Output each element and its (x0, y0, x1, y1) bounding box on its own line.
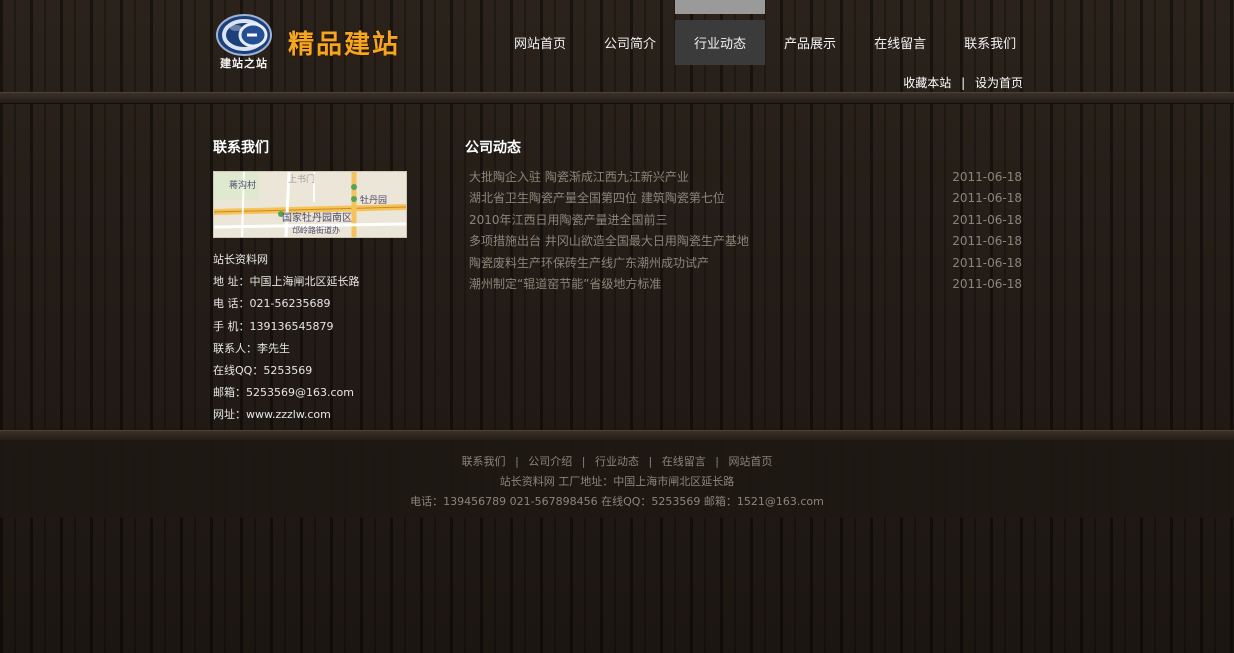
footer: 联系我们 | 公司介绍 | 行业动态 | 在线留言 | 网站首页 站长资料网 工… (0, 440, 1234, 518)
news-item-date: 2011-06-18 (952, 255, 1022, 270)
top-links-separator: | (961, 76, 966, 90)
news-item[interactable]: 陶瓷废料生产环保砖生产线广东潮州成功试产 2011-06-18 (465, 253, 1025, 274)
footer-separator: | (581, 455, 586, 468)
news-item[interactable]: 湖北省卫生陶瓷产量全国第四位 建筑陶瓷第七位 2011-06-18 (465, 188, 1025, 209)
footer-link-guestbook[interactable]: 在线留言 (662, 455, 706, 468)
nav-item-news[interactable]: 行业动态 (675, 0, 766, 65)
footer-link-news[interactable]: 行业动态 (595, 455, 639, 468)
footer-separator: | (715, 455, 719, 468)
logo-title: 精品建站 (288, 29, 401, 60)
contact-mobile: 手 机：139136545879 (213, 319, 334, 333)
footer-link-contact[interactable]: 联系我们 (462, 455, 506, 468)
nav-item-contact[interactable]: 联系我们 (945, 20, 1035, 65)
bookmark-link[interactable]: 收藏本站 (903, 76, 951, 90)
news-item[interactable]: 大批陶企入驻 陶瓷渐成江西九江新兴产业 2011-06-18 (465, 167, 1025, 188)
map-label-street: 邙岭路街道办 (292, 226, 340, 235)
contact-email: 邮箱：5253569@163.com (213, 386, 354, 400)
map-label-village: 蒋沟村 (229, 181, 257, 191)
footer-separator: | (648, 455, 653, 468)
news-item[interactable]: 潮州制定“辊道窑节能”省级地方标准 2011-06-18 (465, 274, 1025, 295)
nav-item-about[interactable]: 公司简介 (585, 20, 675, 65)
news-title: 公司动态 (465, 140, 521, 156)
location-map[interactable]: 蒋沟村 上书门 牡丹园 国家牡丹园南区 邙岭路街道办 (213, 171, 407, 238)
news-item-title[interactable]: 潮州制定“辊道窑节能”省级地方标准 (469, 274, 661, 295)
news-item[interactable]: 多项措施出台 井冈山欲造全国最大日用陶瓷生产基地 2011-06-18 (465, 231, 1025, 252)
main-nav: 网站首页 公司简介 行业动态 产品展示 在线留言 联系我们 (495, 0, 1035, 65)
nav-item-home[interactable]: 网站首页 (495, 20, 585, 65)
nav-item-products[interactable]: 产品展示 (765, 20, 855, 65)
footer-address: 站长资料网 工厂地址：中国上海市闸北区延长路 (499, 475, 735, 488)
contact-person: 联系人：李先生 (213, 341, 290, 355)
set-homepage-link[interactable]: 设为首页 (975, 76, 1023, 90)
contact-company: 站长资料网 (213, 253, 268, 266)
footer-contact-info: 电话：139456789 021-567898456 在线QQ：5253569 … (410, 495, 824, 508)
header: 建站之站 精品建站 网站首页 公司简介 行业动态 产品展示 在线留言 联系我们 … (0, 0, 1234, 92)
contact-list: 站长资料网 地 址：中国上海闸北区延长路 电 话：021-56235689 手 … (213, 249, 413, 427)
header-divider (0, 92, 1234, 104)
footer-link-home[interactable]: 网站首页 (728, 455, 772, 468)
logo-emblem-icon: 建站之站 (214, 13, 278, 71)
footer-links: 联系我们 | 公司介绍 | 行业动态 | 在线留言 | 网站首页 (0, 453, 1234, 469)
news-item[interactable]: 2010年江西日用陶瓷产量进全国前三 2011-06-18 (465, 210, 1025, 231)
news-item-title[interactable]: 陶瓷废料生产环保砖生产线广东潮州成功试产 (469, 253, 709, 274)
contact-address: 地 址：中国上海闸北区延长路 (213, 275, 360, 289)
map-label-park-south: 国家牡丹园南区 (282, 213, 352, 224)
footer-separator: | (515, 455, 519, 468)
logo-tagline: 建站之站 (220, 57, 268, 70)
map-label-park: 牡丹园 (360, 196, 388, 206)
nav-item-guestbook[interactable]: 在线留言 (855, 20, 945, 65)
page: 建站之站 精品建站 网站首页 公司简介 行业动态 产品展示 在线留言 联系我们 … (0, 0, 1234, 653)
news-item-title[interactable]: 2010年江西日用陶瓷产量进全国前三 (469, 210, 668, 231)
footer-link-about[interactable]: 公司介绍 (528, 455, 572, 468)
contact-phone: 电 话：021-56235689 (213, 297, 331, 311)
top-links: 收藏本站 | 设为首页 (903, 74, 1023, 91)
news-item-date: 2011-06-18 (952, 234, 1022, 249)
news-item-date: 2011-06-18 (952, 170, 1022, 184)
news-item-title[interactable]: 大批陶企入驻 陶瓷渐成江西九江新兴产业 (469, 167, 689, 188)
contact-title: 联系我们 (213, 140, 269, 156)
news-item-date: 2011-06-18 (952, 276, 1022, 291)
contact-sidebar: 联系我们 蒋沟村 上书门 牡丹园 国家牡丹园南区 邙岭路街道办 站长资料网 地 … (213, 137, 413, 427)
news-item-title[interactable]: 多项措施出台 井冈山欲造全国最大日用陶瓷生产基地 (469, 231, 749, 252)
site-logo[interactable]: 建站之站 精品建站 (214, 10, 424, 74)
contact-website: 网址：www.zzzlw.com (213, 408, 331, 422)
news-item-date: 2011-06-18 (952, 212, 1022, 227)
news-item-date: 2011-06-18 (952, 191, 1022, 206)
map-label-north: 上书门 (288, 175, 316, 185)
news-item-title[interactable]: 湖北省卫生陶瓷产量全国第四位 建筑陶瓷第七位 (469, 188, 725, 209)
contact-qq: 在线QQ：5253569 (213, 363, 313, 377)
news-section: 公司动态 大批陶企入驻 陶瓷渐成江西九江新兴产业 2011-06-18 湖北省卫… (465, 137, 1025, 295)
